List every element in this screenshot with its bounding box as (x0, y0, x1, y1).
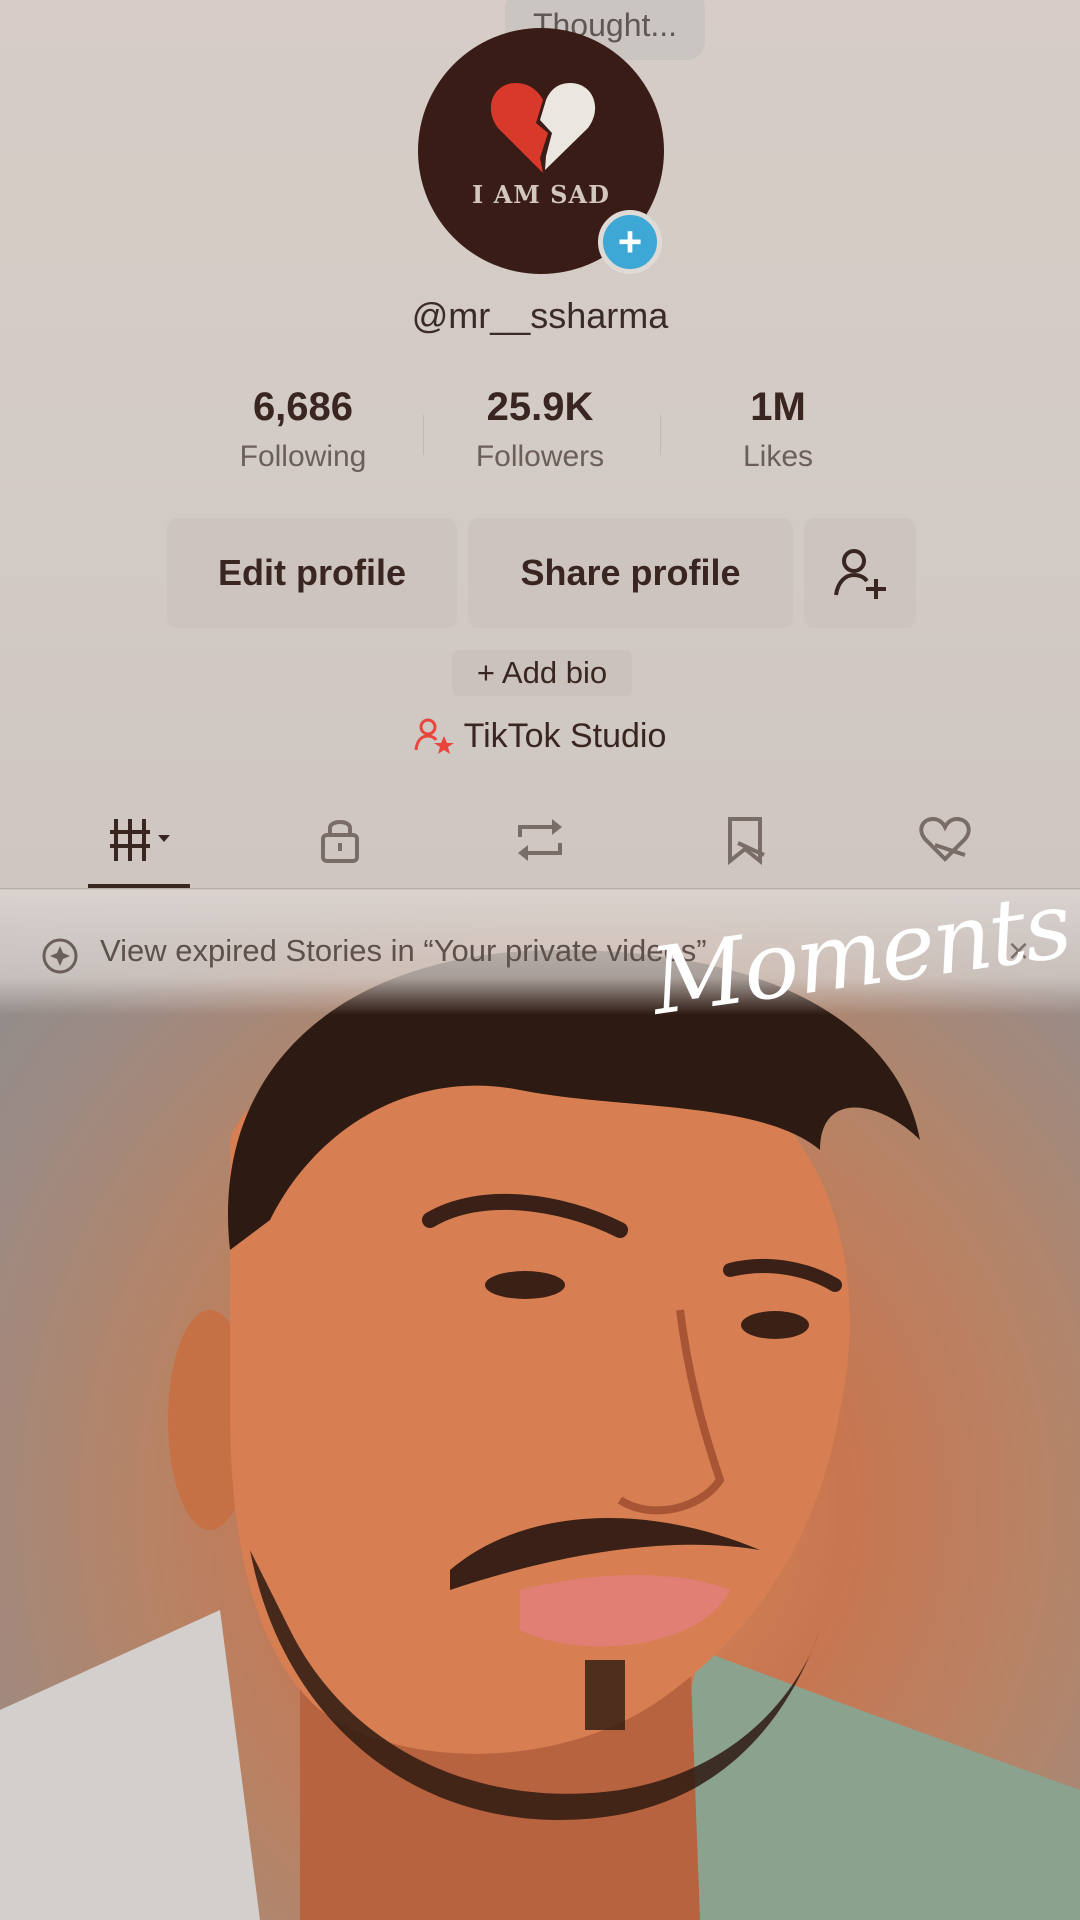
stat-value: 25.9K (486, 385, 594, 429)
edit-profile-button[interactable]: Edit profile (167, 518, 457, 628)
tab-reposts[interactable] (500, 810, 580, 870)
tab-liked[interactable] (905, 810, 985, 870)
stats-row: 6,686 Following 25.9K Followers 1M Likes (0, 385, 1080, 495)
tab-private[interactable] (300, 810, 380, 870)
add-avatar-button[interactable]: + (598, 210, 662, 274)
stat-likes[interactable]: 1M Likes (678, 385, 878, 474)
username: @mr__ssharma (411, 295, 669, 336)
stat-label: Likes (742, 440, 814, 473)
add-bio-button[interactable]: + Add bio (452, 650, 632, 696)
tab-videos[interactable] (100, 810, 180, 870)
tiktok-studio-link[interactable]: TikTok Studio (0, 716, 1080, 756)
stat-label: Following (239, 440, 367, 473)
stat-divider (660, 415, 661, 455)
stories-sparkle-icon (42, 938, 78, 974)
broken-heart-icon (490, 83, 596, 173)
avatar-text: I AM SAD (472, 180, 610, 209)
stat-value: 6,686 (252, 385, 354, 429)
lock-icon (321, 820, 359, 863)
studio-label: TikTok Studio (463, 716, 667, 755)
add-person-icon (834, 549, 886, 599)
grid-icon (110, 819, 170, 861)
repost-icon (518, 819, 562, 861)
stat-divider (423, 415, 424, 455)
liked-heart-icon (919, 816, 971, 862)
studio-icon (414, 718, 454, 754)
tab-saved[interactable] (705, 810, 785, 870)
share-profile-button[interactable]: Share profile (468, 518, 793, 628)
stat-value: 1M (750, 385, 806, 429)
expired-stories-text[interactable]: View expired Stories in “Your private vi… (100, 933, 707, 969)
tabs-divider (0, 888, 1080, 889)
portrait-illustration (0, 950, 1080, 1920)
add-friend-button[interactable] (804, 518, 916, 628)
stat-following[interactable]: 6,686 Following (203, 385, 403, 474)
stat-label: Followers (475, 440, 605, 473)
bookmark-icon (728, 817, 765, 865)
content-tabs (0, 800, 1080, 890)
stat-followers[interactable]: 25.9K Followers (440, 385, 640, 474)
